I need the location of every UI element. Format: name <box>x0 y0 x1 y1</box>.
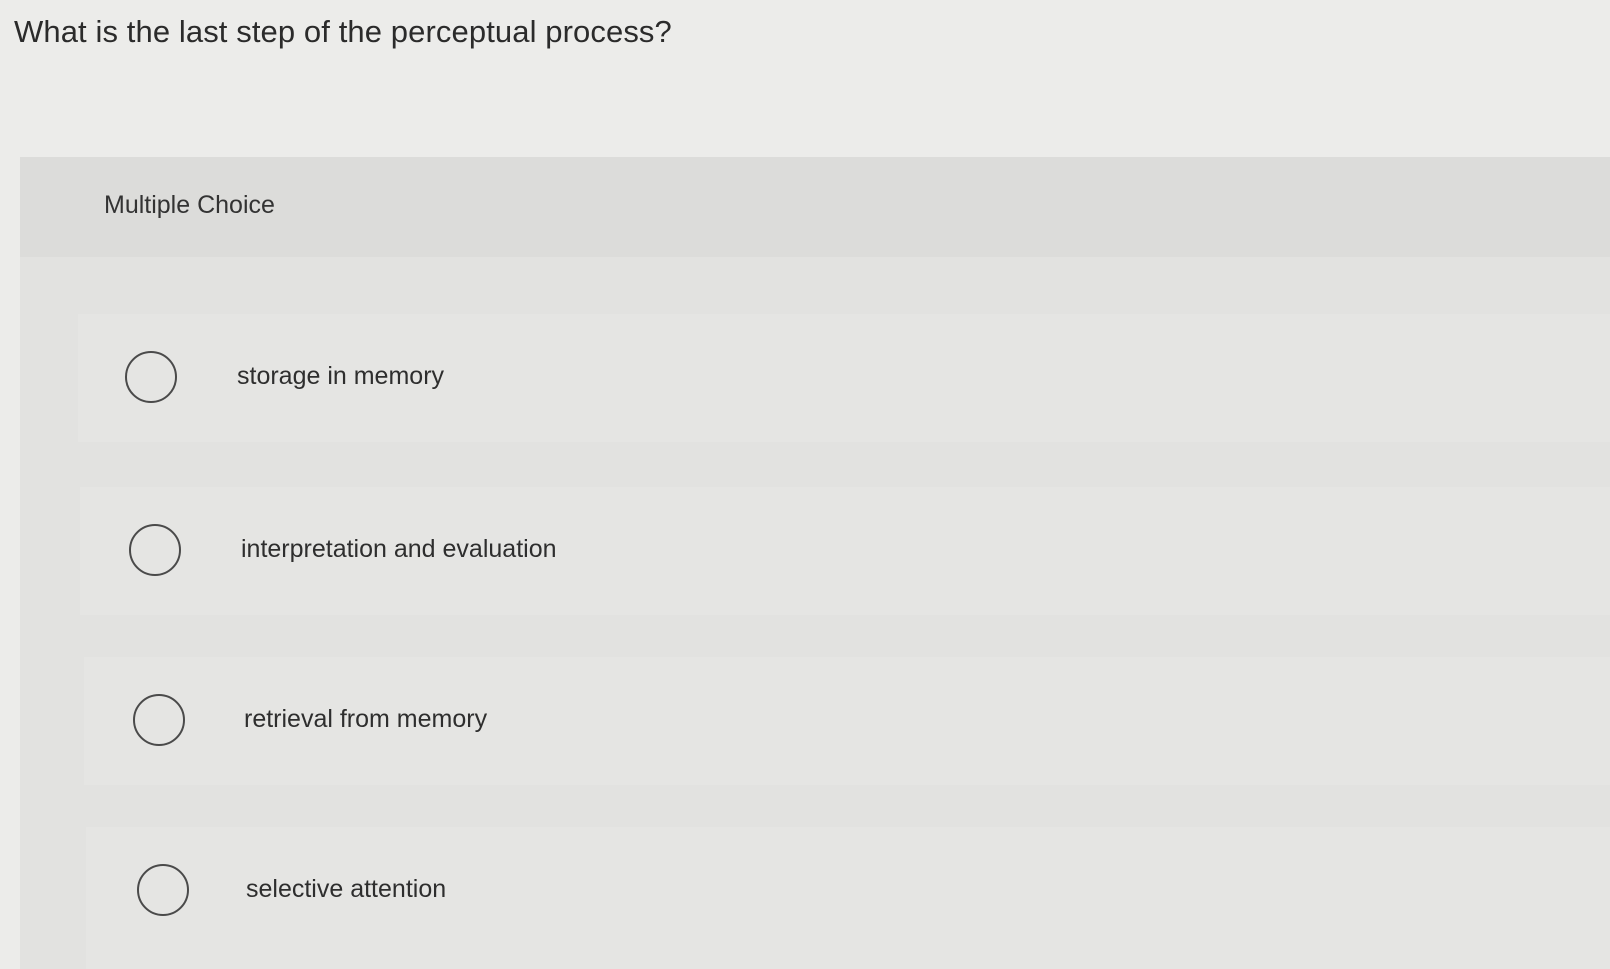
radio-button[interactable] <box>125 351 177 403</box>
answer-option-label: storage in memory <box>237 362 445 390</box>
question-text: What is the last step of the perceptual … <box>14 14 672 49</box>
multiple-choice-header: Multiple Choice <box>20 157 1610 257</box>
answer-option[interactable]: storage in memory <box>78 314 1610 442</box>
answer-option-label: interpretation and evaluation <box>241 535 557 563</box>
answer-option-label: selective attention <box>246 875 447 903</box>
answer-option[interactable]: selective attention <box>86 827 1610 969</box>
answer-option-label: retrieval from memory <box>244 705 488 733</box>
answer-option[interactable]: interpretation and evaluation <box>80 487 1610 615</box>
radio-button[interactable] <box>129 524 181 576</box>
multiple-choice-label: Multiple Choice <box>104 191 275 219</box>
answer-option[interactable]: retrieval from memory <box>84 657 1610 785</box>
radio-button[interactable] <box>137 864 189 916</box>
radio-button[interactable] <box>133 694 185 746</box>
